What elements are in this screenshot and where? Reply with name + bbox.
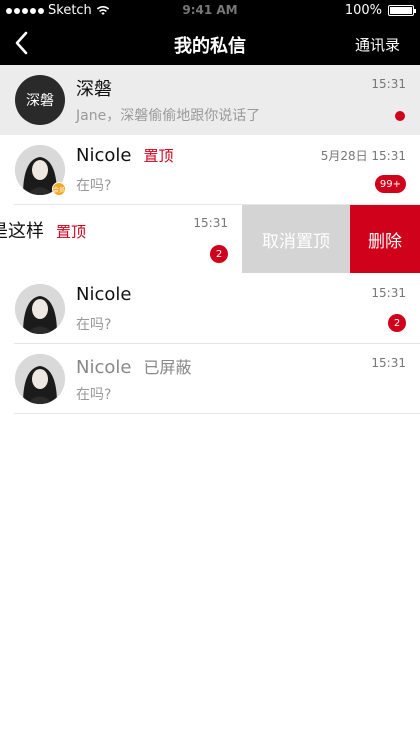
portrait-image [15, 284, 65, 334]
unpin-button[interactable]: 取消置顶 [242, 205, 350, 273]
unread-badge: 2 [388, 314, 406, 332]
message-time: 15:31 [371, 77, 406, 91]
unread-badge: 2 [210, 245, 228, 263]
vip-badge: 会员 [52, 182, 66, 196]
pinned-tag: 置顶 [56, 223, 87, 241]
conversation-row[interactable]: 深磐 深磐 Jane，深磐偷偷地跟你说话了 15:31 [0, 65, 420, 135]
contacts-button[interactable]: 通讯录 [355, 34, 400, 55]
contact-name: 是这样置顶 [0, 221, 87, 242]
contact-name: 深磐 [76, 79, 112, 100]
status-bar: Sketch 9:41 AM 100% [0, 0, 420, 22]
nav-bar: 我的私信 通讯录 [0, 22, 420, 65]
unread-badge: 99+ [374, 175, 406, 193]
conversation-row[interactable]: Nicole 已屏蔽 在吗? 15:31 [0, 344, 420, 414]
avatar-text: 深磐 [26, 93, 54, 109]
battery-icon [388, 5, 416, 16]
delete-button[interactable]: 删除 [350, 205, 420, 273]
message-preview: Jane，深磐偷偷地跟你说话了 [76, 108, 261, 124]
swiped-row-content[interactable]: 是这样置顶 15:31 2 [0, 205, 242, 273]
contact-name: Nicole 已屏蔽 [76, 357, 192, 378]
conversation-row[interactable]: 会员 Nicole 置顶 在吗? 5月28日 15:31 99+ [0, 135, 420, 205]
message-preview: 在吗? [76, 178, 112, 194]
message-time: 15:31 [193, 216, 228, 230]
row-divider [14, 413, 420, 414]
message-time: 5月28日 15:31 [320, 149, 406, 163]
avatar [15, 284, 65, 334]
avatar: 深磐 [15, 75, 65, 125]
battery-percent: 100% [344, 3, 382, 18]
status-right: 100% [344, 3, 416, 18]
message-time: 15:31 [371, 356, 406, 370]
avatar [15, 354, 65, 404]
message-preview: 在吗? [76, 387, 112, 403]
message-time: 15:31 [371, 286, 406, 300]
swiped-conversation-row[interactable]: 是这样置顶 15:31 2 取消置顶 删除 [0, 205, 420, 273]
contact-name: Nicole 置顶 [76, 145, 174, 166]
conversation-row[interactable]: Nicole 在吗? 15:31 2 [0, 274, 420, 344]
message-preview: 在吗? [76, 317, 112, 333]
pinned-tag: 置顶 [143, 147, 174, 165]
contact-name: Nicole [76, 284, 132, 305]
portrait-image [15, 354, 65, 404]
blocked-tag: 已屏蔽 [143, 358, 192, 377]
unread-dot [395, 111, 405, 121]
